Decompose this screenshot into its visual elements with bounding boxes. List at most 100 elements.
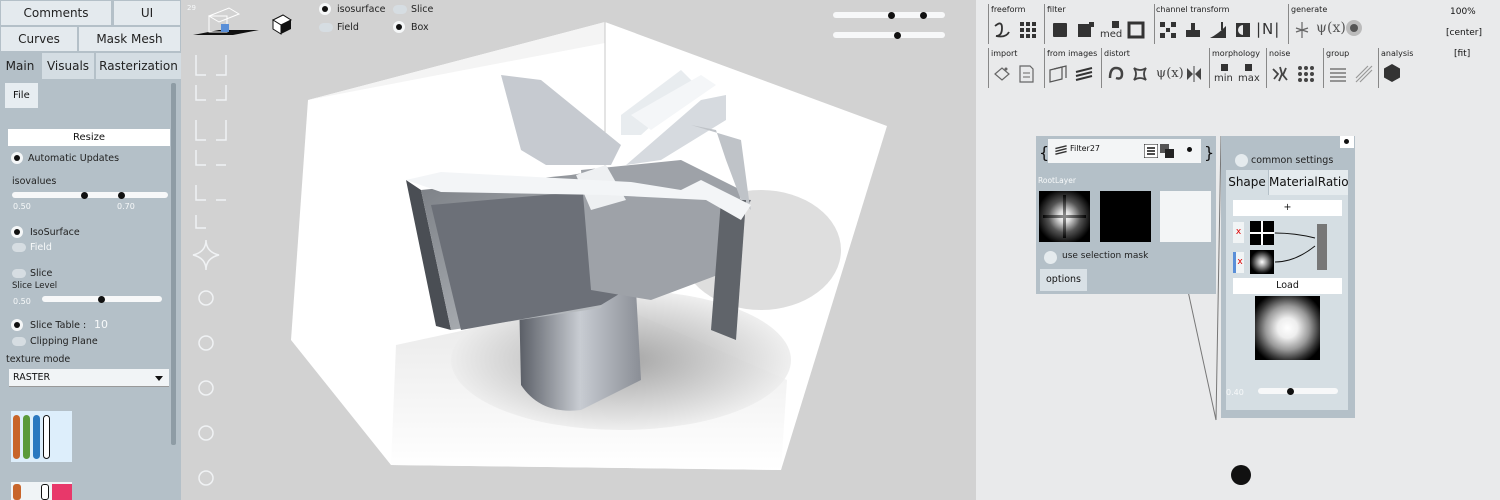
3d-viewport[interactable]: 29 isosurface Slice Field Box: [181, 0, 976, 500]
mask-mesh-button[interactable]: Mask Mesh: [78, 26, 181, 52]
filter-title[interactable]: Filter27: [1070, 144, 1100, 153]
tool-shape-1[interactable]: [195, 55, 227, 76]
slice-view-label: Slice: [411, 4, 434, 15]
star-icon[interactable]: [192, 239, 220, 271]
tab-visuals[interactable]: Visuals: [42, 53, 94, 79]
view-slider-1-handle-a[interactable]: [888, 11, 895, 19]
material-slider-handle[interactable]: [1287, 387, 1294, 395]
tab-shape[interactable]: Shape: [1226, 170, 1268, 195]
texture-mode-label: texture mode: [6, 354, 71, 365]
view-slider-2-handle[interactable]: [894, 31, 901, 39]
use-selection-mask-label: use selection mask: [1062, 251, 1149, 261]
palette-bar-green: [23, 415, 30, 459]
palette2-bar-pink: [52, 484, 72, 500]
palette-swatch[interactable]: [11, 411, 72, 462]
filter-node-header[interactable]: Filter27: [1048, 139, 1201, 163]
isovalue-high-handle[interactable]: [118, 191, 125, 199]
material-slider[interactable]: [1258, 388, 1338, 394]
palette-bar-white: [43, 415, 50, 459]
common-settings-toggle[interactable]: [1235, 154, 1248, 167]
chevron-down-icon: [155, 376, 163, 381]
field-toggle[interactable]: [12, 243, 26, 252]
palette2-bar-orange: [13, 484, 21, 500]
isovalue-high-value: 0.70: [117, 202, 135, 211]
palette-bar-orange: [13, 415, 20, 459]
automatic-updates-label: Automatic Updates: [28, 153, 120, 164]
clipping-plane-toggle[interactable]: [12, 337, 26, 346]
texture-mode-select[interactable]: RASTER: [9, 369, 169, 387]
layer-thumb-star[interactable]: [1039, 191, 1090, 242]
isovalues-slider[interactable]: [12, 192, 168, 198]
tool-shape-2[interactable]: [195, 85, 227, 101]
material-node[interactable]: common settings Shape MaterialRatio + x …: [1221, 136, 1355, 418]
frame-number: 29: [187, 4, 196, 12]
load-button[interactable]: Load: [1233, 278, 1342, 294]
isosurface-radio[interactable]: [11, 226, 23, 238]
palette-swatch-2[interactable]: [11, 482, 72, 500]
isovalue-low-handle[interactable]: [81, 191, 88, 199]
tool-shape-5[interactable]: [195, 185, 226, 201]
layers-copy-icon[interactable]: [1160, 144, 1174, 158]
slice-toggle[interactable]: [12, 269, 26, 278]
isosurface-view-radio[interactable]: [319, 3, 331, 15]
box-view-label: Box: [411, 22, 429, 33]
list-icon[interactable]: [1144, 144, 1158, 158]
view-slider-2[interactable]: [833, 32, 945, 38]
tab-rasterization[interactable]: Rasterization: [96, 53, 181, 79]
filter-node[interactable]: { Filter27 } RootLayer use selection mas…: [1036, 136, 1216, 294]
slice-label: Slice: [30, 268, 53, 279]
circle-tool-1[interactable]: [198, 290, 214, 306]
texture-mode-value: RASTER: [13, 372, 51, 383]
view-cube-widget[interactable]: [193, 7, 259, 35]
field-view-toggle[interactable]: [319, 23, 333, 32]
tab-main[interactable]: Main: [0, 53, 40, 79]
close-node-button[interactable]: [1340, 136, 1354, 148]
remove-shape-1-button[interactable]: x: [1233, 222, 1244, 243]
clipping-plane-label: Clipping Plane: [30, 336, 98, 347]
layer-thumb-white[interactable]: [1160, 191, 1211, 242]
tab-material-ratio[interactable]: MaterialRatio: [1269, 170, 1349, 195]
options-button[interactable]: options: [1040, 269, 1087, 291]
add-shape-button[interactable]: +: [1233, 200, 1342, 216]
tool-shape-6[interactable]: [195, 215, 206, 229]
palette-bar-blue: [33, 415, 40, 459]
ui-button[interactable]: UI: [113, 0, 181, 26]
shape-thumb-cross[interactable]: [1250, 221, 1274, 245]
tool-shape-3[interactable]: [195, 120, 227, 141]
remove-shape-2-button[interactable]: x: [1233, 252, 1244, 273]
circle-tool-2[interactable]: [198, 335, 214, 351]
file-button[interactable]: File: [5, 83, 38, 108]
isosurface-label: IsoSurface: [30, 227, 80, 238]
left-scrollbar[interactable]: [171, 83, 176, 445]
resize-button[interactable]: Resize: [8, 129, 170, 146]
blend-bar[interactable]: [1317, 224, 1327, 270]
circle-tool-4[interactable]: [198, 425, 214, 441]
box-cube-icon[interactable]: [271, 14, 293, 35]
scene-render[interactable]: [181, 0, 976, 500]
material-value-label: 0.40: [1226, 388, 1244, 397]
slice-table-radio[interactable]: [11, 319, 23, 331]
cursor-dot: [1231, 465, 1251, 485]
material-preview[interactable]: [1255, 296, 1320, 360]
shape-thumb-radial[interactable]: [1250, 250, 1274, 274]
palette2-bar-white: [41, 484, 49, 500]
circle-tool-3[interactable]: [198, 380, 214, 396]
view-slider-1-handle-b[interactable]: [920, 11, 927, 19]
circle-tool-5[interactable]: [198, 470, 214, 486]
field-view-label: Field: [337, 22, 359, 33]
automatic-updates-radio[interactable]: [11, 152, 23, 164]
node-status-dot[interactable]: [1187, 147, 1192, 152]
slice-table-value[interactable]: 10: [94, 318, 108, 331]
tool-shape-4[interactable]: [195, 150, 226, 166]
slice-view-toggle[interactable]: [393, 5, 407, 14]
comments-button[interactable]: Comments: [0, 0, 112, 26]
isovalues-label: isovalues: [12, 176, 57, 187]
use-selection-mask-toggle[interactable]: [1044, 251, 1057, 264]
layer-thumb-black[interactable]: [1100, 191, 1151, 242]
box-view-radio[interactable]: [393, 21, 405, 33]
curves-button[interactable]: Curves: [0, 26, 78, 52]
slice-level-handle[interactable]: [98, 295, 105, 303]
filter-layers-icon: [1055, 145, 1067, 155]
close-dot: [1344, 139, 1349, 144]
tool-column[interactable]: [192, 55, 227, 486]
